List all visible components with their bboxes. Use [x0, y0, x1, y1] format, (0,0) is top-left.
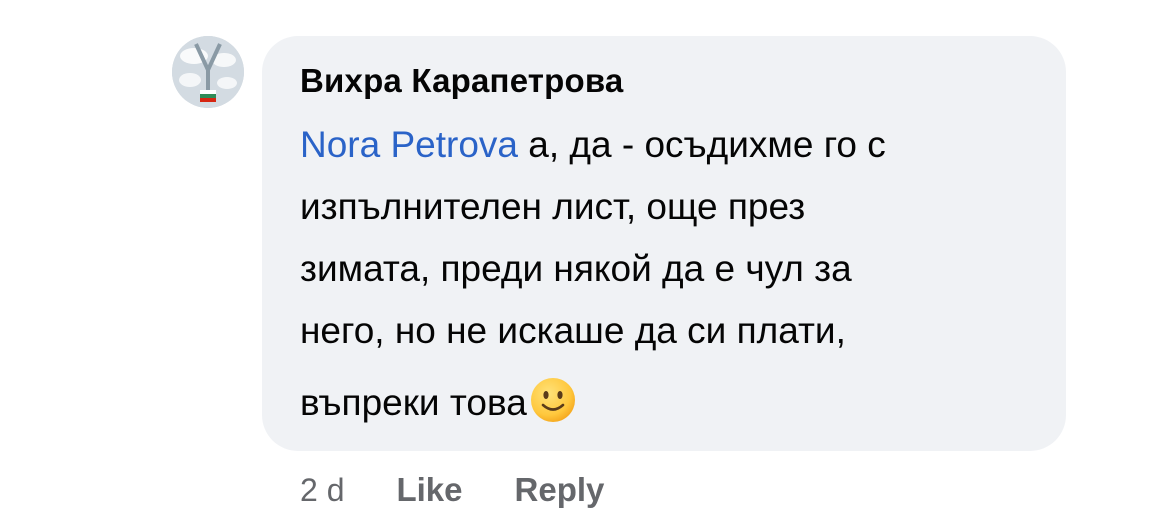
like-button[interactable]: Like [396, 471, 462, 509]
avatar[interactable] [172, 36, 244, 108]
comment-text-line: зимата, преди някой да е чул за [300, 248, 852, 289]
mention-link[interactable]: Nora Petrova [300, 124, 518, 165]
comment-text-line: въпреки това [300, 376, 577, 424]
slightly-smiling-face-icon [529, 376, 577, 424]
reply-button[interactable]: Reply [515, 471, 605, 509]
comment-author[interactable]: Вихра Карапетрова [300, 62, 624, 100]
comment-text-line: изпълнителен лист, още през [300, 186, 806, 227]
comment-actions: 2 d Like Reply [300, 470, 604, 510]
comment-text-line: него, но не искаше да си плати, [300, 310, 846, 351]
comment-timestamp[interactable]: 2 d [300, 472, 344, 509]
comment-thread: Вихра Карапетрова Nora Petrova а, да - о… [0, 0, 1167, 519]
avatar-image [172, 36, 244, 108]
comment-text-segment: въпреки това [300, 382, 527, 423]
comment-text-segment: а, да - осъдихме го с [518, 124, 886, 165]
comment-text-line: Nora Petrova а, да - осъдихме го с [300, 124, 886, 166]
